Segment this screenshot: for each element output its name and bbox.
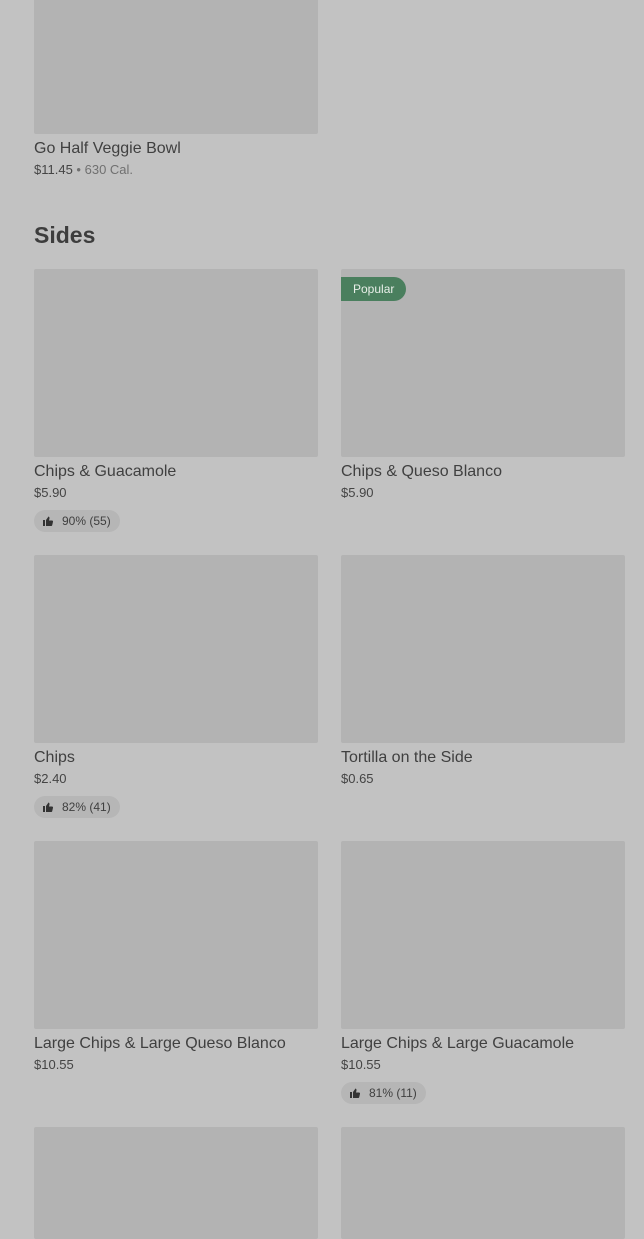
item-price: $2.40 [34,771,67,786]
menu-item-card[interactable]: Popular Chips & Queso Blanco $5.90 [341,269,625,501]
item-price: $11.45 [34,162,73,177]
rating-badge: 90% (55) [34,510,120,532]
item-name: Large Chips & Large Guacamole [341,1035,575,1052]
rating-badge: 81% (11) [341,1082,426,1104]
section-title-sides: Sides [34,222,96,248]
menu-item-card[interactable] [34,1127,318,1239]
item-image[interactable]: Popular [341,269,625,457]
item-price: $10.55 [34,1057,74,1072]
thumbs-up-icon [350,1088,361,1098]
item-image[interactable] [34,0,318,134]
item-price: $5.90 [341,485,374,500]
item-calories: 630 Cal. [84,162,134,177]
menu-item-card[interactable]: Chips $2.40 82% (41) [34,555,318,818]
thumbs-up-icon [43,802,54,812]
item-name: Chips [34,749,75,766]
item-image[interactable] [341,841,625,1029]
menu-item-card[interactable]: Chips & Guacamole $5.90 90% (55) [34,269,318,532]
menu-item-card[interactable]: Large Chips & Large Queso Blanco $10.55 [34,841,318,1073]
rating-text: 82% (41) [62,800,111,814]
item-image[interactable] [34,1127,318,1239]
item-name: Go Half Veggie Bowl [34,140,181,157]
item-name: Large Chips & Large Queso Blanco [34,1035,286,1052]
menu-item-card-go-half-veggie-bowl[interactable]: Go Half Veggie Bowl $11.45 • 630 Cal. [34,0,318,178]
menu-item-card[interactable]: Large Chips & Large Guacamole $10.55 81%… [341,841,625,1104]
item-name: Chips & Guacamole [34,463,177,480]
price-separator: • [76,162,81,177]
rating-badge: 82% (41) [34,796,120,818]
item-image[interactable] [341,555,625,743]
item-price: $5.90 [34,485,67,500]
thumbs-up-icon [43,516,54,526]
item-name: Tortilla on the Side [341,749,473,766]
item-image[interactable] [34,555,318,743]
menu-item-card[interactable]: Tortilla on the Side $0.65 [341,555,625,787]
item-name: Chips & Queso Blanco [341,463,502,480]
item-image[interactable] [34,841,318,1029]
menu-item-card[interactable] [341,1127,625,1239]
item-image[interactable] [34,269,318,457]
item-price: $10.55 [341,1057,381,1072]
item-price-line: $11.45 • 630 Cal. [34,162,318,178]
item-price: $0.65 [341,771,374,786]
rating-text: 90% (55) [62,514,111,528]
popular-badge: Popular [341,277,407,301]
item-image[interactable] [341,1127,625,1239]
rating-text: 81% (11) [369,1086,417,1100]
